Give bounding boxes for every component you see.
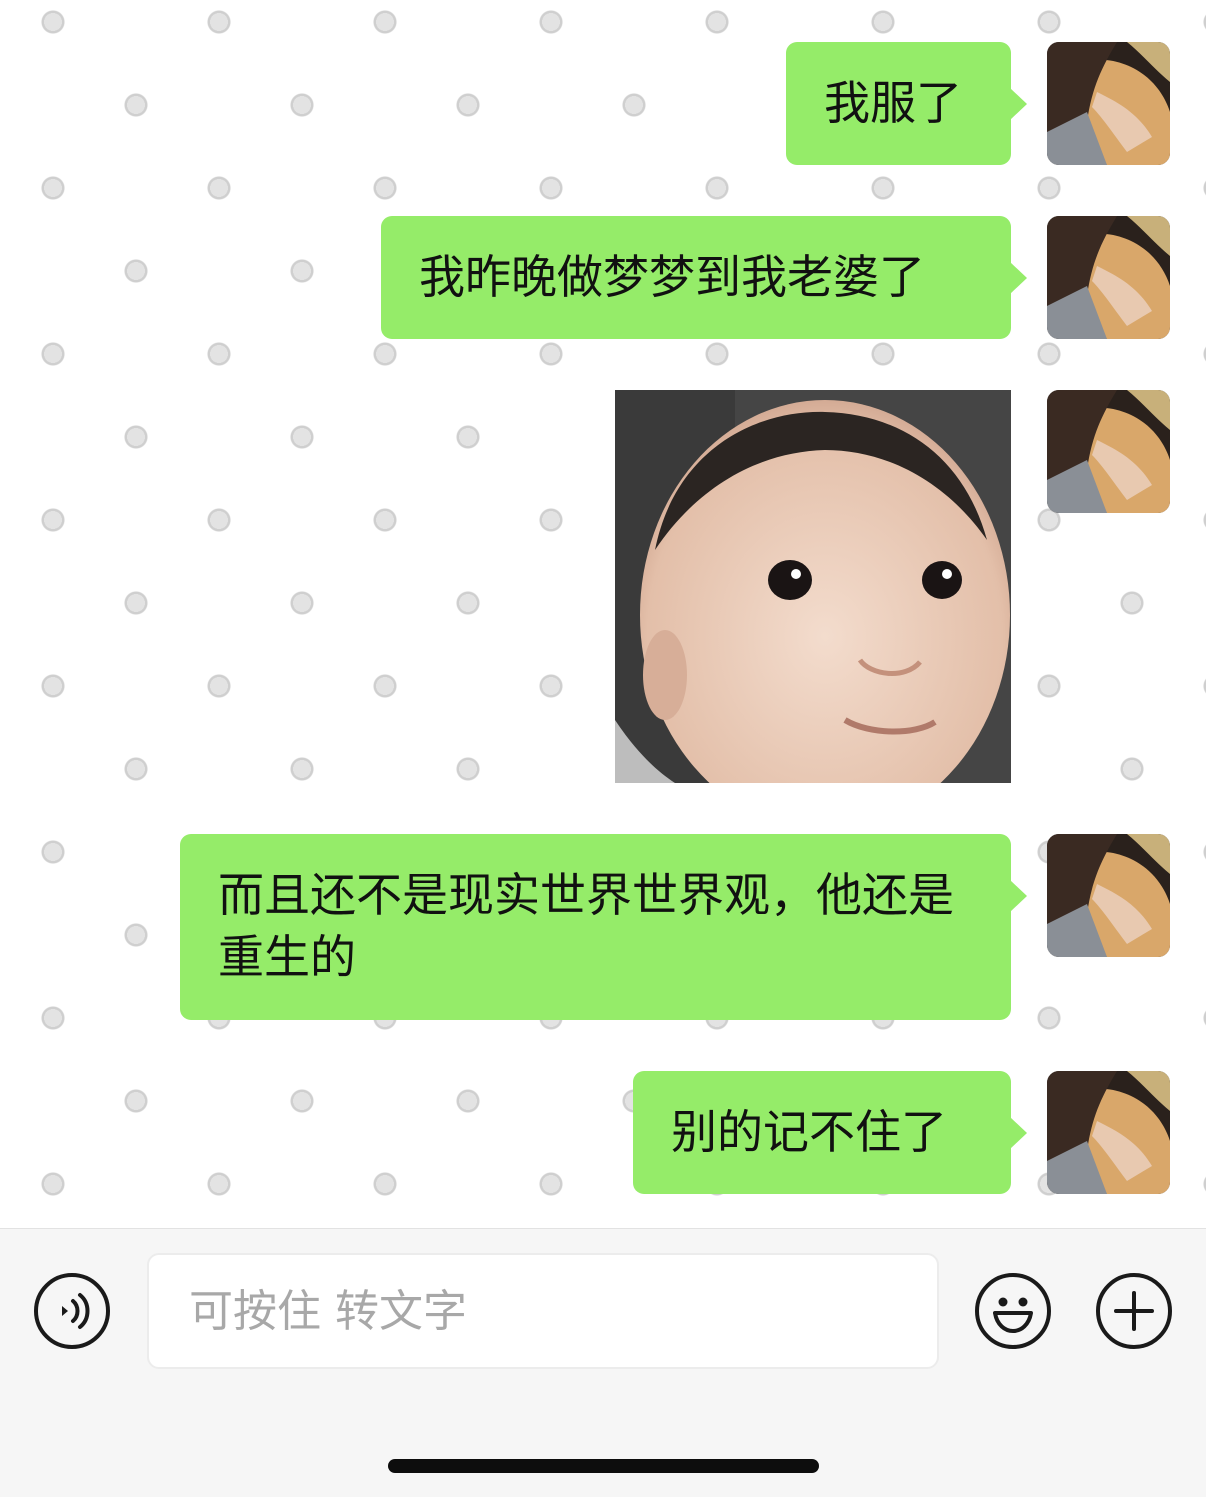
image-message[interactable] (615, 390, 1011, 783)
avatar-image (1047, 834, 1170, 957)
avatar[interactable] (1047, 390, 1170, 513)
emoji-icon[interactable] (975, 1273, 1051, 1349)
home-indicator (388, 1459, 819, 1473)
avatar-image (1047, 42, 1170, 165)
avatar[interactable] (1047, 42, 1170, 165)
message-row: 别的记不住了 (633, 1071, 1170, 1194)
message-bubble[interactable]: 我昨晚做梦梦到我老婆了 (381, 216, 1027, 339)
avatar[interactable] (1047, 1071, 1170, 1194)
plus-icon[interactable] (1096, 1273, 1172, 1349)
voice-icon[interactable] (34, 1273, 110, 1349)
avatar[interactable] (1047, 834, 1170, 957)
message-bubble[interactable]: 我服了 (786, 42, 1027, 165)
message-row (615, 390, 1170, 783)
avatar-image (1047, 1071, 1170, 1194)
input-bar (0, 1228, 1206, 1497)
chat-area[interactable]: 我服了 我昨晚做梦梦到我老婆了 而且还不是现实世界世界观，他还是重生的 别的记不… (0, 0, 1206, 1228)
baby-face-sticker (615, 390, 1011, 783)
avatar[interactable] (1047, 216, 1170, 339)
message-input[interactable] (147, 1253, 939, 1369)
message-bubble[interactable]: 而且还不是现实世界世界观，他还是重生的 (180, 834, 1027, 1020)
message-row: 我昨晚做梦梦到我老婆了 (381, 216, 1170, 339)
avatar-image (1047, 390, 1170, 513)
message-bubble[interactable]: 别的记不住了 (633, 1071, 1027, 1194)
message-row: 我服了 (786, 42, 1170, 165)
avatar-image (1047, 216, 1170, 339)
message-row: 而且还不是现实世界世界观，他还是重生的 (180, 834, 1170, 1020)
